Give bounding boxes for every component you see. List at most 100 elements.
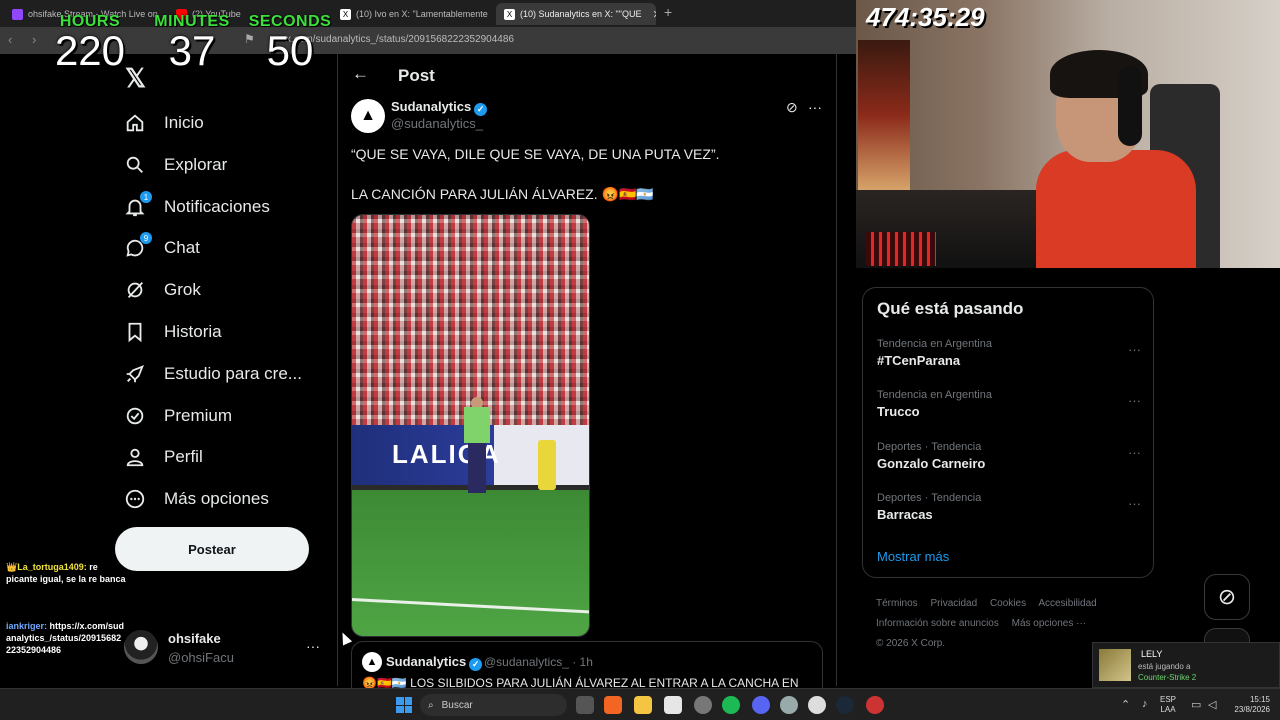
tab-x-ivo[interactable]: X (10) Ivo en X: "Lamentablemente AU — [332, 3, 490, 25]
back-arrow-icon[interactable]: ← — [352, 64, 369, 84]
taskbar: ⌕ Buscar ⌃ ♪ ESP LAA ▭ ◁ 15:15 23/8/2026 — [0, 688, 1280, 720]
taskbar-search-placeholder: Buscar — [441, 699, 473, 711]
skull-app-icon[interactable] — [808, 696, 826, 714]
activity-notification[interactable]: LELY está jugando a Counter-Strike 2 — [1092, 642, 1280, 688]
stream-timer: 474:35:29 — [866, 2, 985, 32]
trend-item[interactable]: Deportes · Tendencia Barracas ··· — [877, 492, 1141, 532]
more-dots-icon[interactable]: ··· — [808, 99, 822, 115]
network-icon[interactable]: ▭ — [1191, 698, 1201, 711]
sidebar-item-inicio[interactable]: Inicio — [124, 108, 204, 138]
author-name-text: Sudanalytics — [391, 99, 472, 114]
sidebar-item-historia[interactable]: Historia — [124, 317, 222, 347]
sidebar-item-label: Estudio para cre... — [164, 364, 302, 383]
show-more-link[interactable]: Mostrar más — [877, 549, 949, 564]
tray-overflow-icon[interactable]: ⌃ — [1121, 698, 1130, 711]
sidebar-item-chat[interactable]: 9 Chat — [124, 232, 200, 263]
obs-icon[interactable] — [694, 696, 712, 714]
webcam-streamer-shirt — [1036, 150, 1196, 268]
taskbar-search[interactable]: ⌕ Buscar — [420, 694, 567, 716]
footer-link[interactable]: Términos — [876, 598, 918, 609]
folder-icon[interactable] — [634, 696, 652, 714]
copyright: © 2026 X Corp. — [876, 638, 946, 649]
search-icon — [124, 154, 146, 176]
new-tab-button[interactable]: + — [664, 4, 672, 20]
media-player-icon[interactable] — [866, 696, 884, 714]
steam-icon[interactable] — [836, 696, 854, 714]
microphone-icon[interactable]: ♪ — [1142, 698, 1148, 710]
trends-title: Qué está pasando — [877, 299, 1024, 318]
verified-badge-icon: ✓ — [469, 658, 483, 671]
trend-item[interactable]: Tendencia en Argentina #TCenParana ··· — [877, 338, 1141, 378]
input-language[interactable]: ESP LAA — [1160, 695, 1176, 715]
footer-link[interactable]: Cookies — [990, 598, 1026, 609]
sidebar-item-premium[interactable]: Premium — [124, 401, 232, 431]
footer-link[interactable]: Información sobre anuncios — [876, 618, 999, 629]
crowd-image — [352, 215, 589, 425]
verified-icon — [124, 405, 146, 427]
search-icon: ⌕ — [428, 699, 434, 711]
trend-title: #TCenParana — [877, 353, 961, 368]
sidebar-item-perfil[interactable]: Perfil — [124, 442, 203, 472]
quoted-author-avatar: ▲ — [362, 652, 382, 672]
grok-float-button[interactable]: ⊘ — [1204, 574, 1250, 620]
volume-icon[interactable]: ◁ — [1208, 698, 1216, 711]
taskbar-clock[interactable]: 15:15 23/8/2026 — [1226, 695, 1270, 715]
close-tab-icon[interactable]: ✕ — [652, 8, 656, 21]
x-logo-icon[interactable]: 𝕏 — [125, 63, 146, 94]
footer-link[interactable]: Accesibilidad — [1038, 598, 1096, 609]
windows-start-icon[interactable] — [396, 697, 412, 713]
author-handle[interactable]: @sudanalytics_ — [391, 116, 483, 131]
sidebar-item-label: Historia — [164, 322, 222, 341]
trend-item[interactable]: Tendencia en Argentina Trucco ··· — [877, 389, 1141, 429]
chat-message: iankriger: https://x.com/sudanalytics_/s… — [6, 620, 126, 656]
more-dots-icon[interactable]: ··· — [306, 638, 320, 654]
more-dots-icon[interactable]: ··· — [1128, 496, 1141, 511]
tab-label: (10) Ivo en X: "Lamentablemente AU — [356, 9, 490, 19]
rocket-icon — [124, 363, 146, 385]
post-text-line: “QUE SE VAYA, DILE QUE SE VAYA, DE UNA P… — [351, 146, 720, 162]
more-dots-icon[interactable]: ··· — [1128, 445, 1141, 460]
more-dots-icon[interactable]: ··· — [1128, 342, 1141, 357]
sidebar-item-grok[interactable]: Grok — [124, 275, 201, 305]
sidebar-item-notificaciones[interactable]: 1 Notificaciones — [124, 191, 270, 222]
spotify-icon[interactable] — [722, 696, 740, 714]
notification-name: LELY — [1141, 649, 1163, 659]
sidebar-item-estudio[interactable]: Estudio para cre... — [124, 359, 302, 389]
profile-name: ohsifake — [168, 631, 221, 646]
ccleaner-icon[interactable] — [780, 696, 798, 714]
grok-icon: ⊘ — [1217, 584, 1237, 609]
player-legs — [468, 443, 486, 493]
bell-icon: 1 — [124, 191, 152, 218]
clock-time: 15:15 — [1249, 695, 1270, 704]
nav-arrows-icon[interactable]: ‹ › — [8, 32, 44, 47]
trend-context: Deportes · Tendencia — [877, 492, 982, 504]
more-dots-icon[interactable]: ··· — [1128, 393, 1141, 408]
author-avatar[interactable]: ▲ — [351, 99, 385, 133]
brave-icon[interactable] — [604, 696, 622, 714]
sidebar-item-mas-opciones[interactable]: Más opciones — [124, 484, 269, 514]
discord-icon[interactable] — [752, 696, 770, 714]
clock-date: 23/8/2026 — [1234, 705, 1270, 714]
x-icon: X — [504, 8, 515, 20]
account-switcher[interactable]: ohsifake @ohsiFacu ··· — [124, 630, 324, 670]
grok-icon[interactable]: ⊘ — [786, 99, 798, 116]
person-icon — [124, 446, 146, 468]
grok-icon — [124, 279, 146, 301]
chat-username: La_tortuga1409: — [17, 562, 87, 572]
author-name[interactable]: Sudanalytics ✓ — [391, 99, 488, 116]
seconds-value: 50 — [266, 27, 314, 74]
task-view-icon[interactable] — [576, 696, 594, 714]
capcut-icon[interactable] — [664, 696, 682, 714]
post-video[interactable]: LALIGA — [351, 214, 590, 637]
webcam-poster — [858, 40, 910, 190]
sidebar-item-explorar[interactable]: Explorar — [124, 150, 227, 180]
steward-figure — [538, 440, 556, 490]
trend-context: Tendencia en Argentina — [877, 389, 992, 401]
trend-item[interactable]: Deportes · Tendencia Gonzalo Carneiro ··… — [877, 441, 1141, 481]
tab-label: (10) Sudanalytics en X: ""QUE — [520, 9, 642, 19]
sidebar-item-label: Chat — [164, 238, 200, 257]
footer-link[interactable]: Privacidad — [930, 598, 977, 609]
tab-x-sudanalytics[interactable]: X (10) Sudanalytics en X: ""QUE ✕ — [496, 3, 656, 25]
post-button[interactable]: Postear — [115, 527, 309, 571]
footer-link[interactable]: Más opciones ··· — [1012, 618, 1086, 629]
